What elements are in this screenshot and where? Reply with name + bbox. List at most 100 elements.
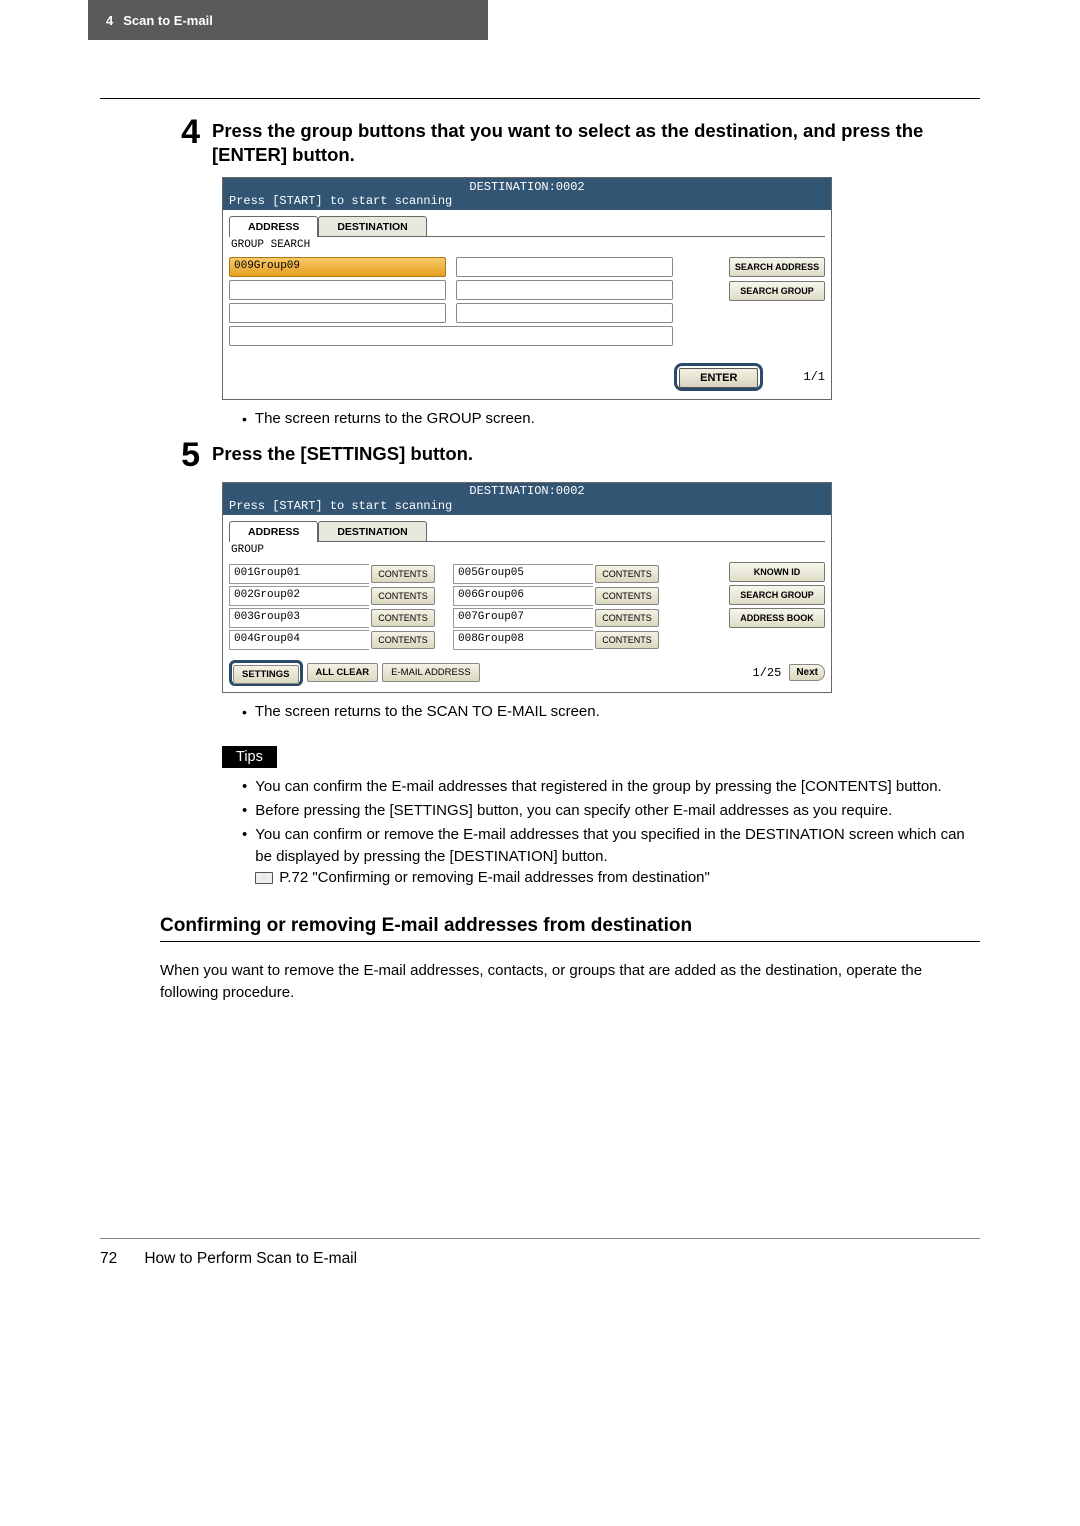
group-button-selected[interactable]: 009Group09 xyxy=(229,257,446,277)
destination-count: DESTINATION:0002 xyxy=(223,484,831,498)
tab-address[interactable]: ADDRESS xyxy=(229,216,318,237)
contents-button[interactable]: CONTENTS xyxy=(371,609,435,627)
breadcrumb: GROUP xyxy=(223,542,831,558)
group-slots: 009Group09 xyxy=(229,257,673,349)
destination-count: DESTINATION:0002 xyxy=(223,180,831,194)
group-item[interactable]: 008Group08 xyxy=(453,630,593,650)
step-title: Press the [SETTINGS] button. xyxy=(212,438,980,472)
contents-button[interactable]: CONTENTS xyxy=(371,565,435,583)
group-item[interactable]: 002Group02 xyxy=(229,586,369,606)
header-rule xyxy=(100,98,980,99)
sub-paragraph: When you want to remove the E-mail addre… xyxy=(160,960,980,1004)
bullet-icon: • xyxy=(242,800,247,822)
screen-body: 001Group01CONTENTS 002Group02CONTENTS 00… xyxy=(223,558,831,656)
tip-text: Before pressing the [SETTINGS] button, y… xyxy=(255,800,892,822)
group-item[interactable]: 004Group04 xyxy=(229,630,369,650)
tip-item: • You can confirm the E-mail addresses th… xyxy=(242,776,980,798)
group-item[interactable]: 005Group05 xyxy=(453,564,593,584)
step-title: Press the group buttons that you want to… xyxy=(212,115,980,167)
tip-text-inner: You can confirm or remove the E-mail add… xyxy=(255,826,964,865)
group-item[interactable]: 006Group06 xyxy=(453,586,593,606)
all-clear-button[interactable]: ALL CLEAR xyxy=(307,663,379,682)
main-content: 4 Press the group buttons that you want … xyxy=(160,115,980,1004)
group-button-empty[interactable] xyxy=(229,326,673,346)
bullet-icon: • xyxy=(242,824,247,889)
contents-button[interactable]: CONTENTS xyxy=(595,609,659,627)
group-button-empty[interactable] xyxy=(456,257,673,277)
group-button-empty[interactable] xyxy=(229,280,446,300)
tip-reference: P.72 "Confirming or removing E-mail addr… xyxy=(279,869,710,886)
chapter-number: 4 xyxy=(106,13,113,28)
side-buttons: KNOWN ID SEARCH GROUP ADDRESS BOOK xyxy=(729,562,825,654)
bullet-icon: • xyxy=(242,776,247,798)
footer-rule xyxy=(100,1238,980,1239)
note-text: The screen returns to the GROUP screen. xyxy=(255,410,535,430)
screen-header: DESTINATION:0002 Press [START] to start … xyxy=(223,483,831,515)
step-number: 5 xyxy=(160,438,200,472)
step-5: 5 Press the [SETTINGS] button. xyxy=(160,438,980,472)
settings-highlight: SETTINGS xyxy=(229,660,303,686)
next-button[interactable]: Next xyxy=(789,664,825,681)
tab-underline xyxy=(229,541,825,542)
enter-highlight: ENTER xyxy=(674,363,763,391)
screen-group-search: DESTINATION:0002 Press [START] to start … xyxy=(222,177,832,400)
page-indicator: 1/1 xyxy=(803,370,825,384)
screen-header: DESTINATION:0002 Press [START] to start … xyxy=(223,178,831,210)
group-button-empty[interactable] xyxy=(456,280,673,300)
address-book-button[interactable]: ADDRESS BOOK xyxy=(729,608,825,628)
tips-list: • You can confirm the E-mail addresses th… xyxy=(242,776,980,889)
search-address-button[interactable]: SEARCH ADDRESS xyxy=(729,257,825,277)
enter-row: ENTER 1/1 xyxy=(223,363,831,399)
page-footer: 72 How to Perform Scan to E-mail xyxy=(100,1250,357,1268)
bullet-icon: • xyxy=(242,703,247,723)
tab-destination[interactable]: DESTINATION xyxy=(318,216,426,237)
screen-group-list: DESTINATION:0002 Press [START] to start … xyxy=(222,482,832,693)
footer-title: How to Perform Scan to E-mail xyxy=(144,1250,357,1267)
chapter-title: Scan to E-mail xyxy=(123,13,213,28)
note-text: The screen returns to the SCAN TO E-MAIL… xyxy=(255,703,600,723)
breadcrumb: GROUP SEARCH xyxy=(223,237,831,253)
group-item[interactable]: 007Group07 xyxy=(453,608,593,628)
group-button-empty[interactable] xyxy=(229,303,446,323)
note-return-group: • The screen returns to the GROUP screen… xyxy=(242,410,980,430)
group-item[interactable]: 003Group03 xyxy=(229,608,369,628)
enter-button[interactable]: ENTER xyxy=(679,368,758,388)
tip-item: • Before pressing the [SETTINGS] button, … xyxy=(242,800,980,822)
search-group-button[interactable]: SEARCH GROUP xyxy=(729,585,825,605)
settings-button[interactable]: SETTINGS xyxy=(233,665,299,684)
search-group-button[interactable]: SEARCH GROUP xyxy=(729,281,825,301)
groups-col-right: 005Group05CONTENTS 006Group06CONTENTS 00… xyxy=(453,564,663,652)
side-buttons: SEARCH ADDRESS SEARCH GROUP xyxy=(685,257,825,301)
group-button-empty[interactable] xyxy=(456,303,673,323)
tab-underline xyxy=(229,236,825,237)
contents-button[interactable]: CONTENTS xyxy=(371,587,435,605)
contents-button[interactable]: CONTENTS xyxy=(595,565,659,583)
contents-button[interactable]: CONTENTS xyxy=(371,631,435,649)
step-4: 4 Press the group buttons that you want … xyxy=(160,115,980,167)
groups-col-left: 001Group01CONTENTS 002Group02CONTENTS 00… xyxy=(229,564,439,652)
group-item[interactable]: 001Group01 xyxy=(229,564,369,584)
scan-prompt: Press [START] to start scanning xyxy=(223,499,831,513)
tabs: ADDRESS DESTINATION xyxy=(223,515,831,542)
bullet-icon: • xyxy=(242,410,247,430)
page-number: 72 xyxy=(100,1250,140,1268)
email-address-button[interactable]: E-MAIL ADDRESS xyxy=(382,663,479,682)
subheading-rule xyxy=(160,941,980,942)
screen-body: 009Group09 SEARCH ADDRESS SEARCH GROUP xyxy=(223,253,831,363)
screen-footer: SETTINGS ALL CLEAR E-MAIL ADDRESS 1/25 N… xyxy=(223,656,831,692)
tabs: ADDRESS DESTINATION xyxy=(223,210,831,237)
note-return-scan: • The screen returns to the SCAN TO E-MA… xyxy=(242,703,980,723)
groups-grid: 001Group01CONTENTS 002Group02CONTENTS 00… xyxy=(229,562,663,654)
tab-destination[interactable]: DESTINATION xyxy=(318,521,426,542)
known-id-button[interactable]: KNOWN ID xyxy=(729,562,825,582)
subheading: Confirming or removing E-mail addresses … xyxy=(160,915,980,937)
tip-text: You can confirm or remove the E-mail add… xyxy=(255,824,980,889)
tip-item: • You can confirm or remove the E-mail a… xyxy=(242,824,980,889)
contents-button[interactable]: CONTENTS xyxy=(595,631,659,649)
tips-badge: Tips xyxy=(222,746,277,768)
contents-button[interactable]: CONTENTS xyxy=(595,587,659,605)
scan-prompt: Press [START] to start scanning xyxy=(223,194,831,208)
tab-address[interactable]: ADDRESS xyxy=(229,521,318,542)
tip-text: You can confirm the E-mail addresses tha… xyxy=(255,776,941,798)
book-icon xyxy=(255,872,273,884)
